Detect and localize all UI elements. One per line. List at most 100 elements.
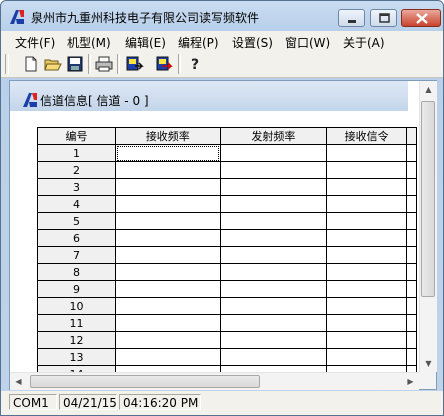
overflow-cell[interactable] bbox=[406, 263, 417, 281]
rx-signaling-cell[interactable] bbox=[326, 280, 408, 298]
tx-frequency-cell[interactable] bbox=[219, 212, 328, 230]
table-row[interactable]: 13 bbox=[37, 348, 417, 366]
menu-edit[interactable]: 编辑(E) bbox=[125, 34, 166, 51]
menu-window[interactable]: 窗口(W) bbox=[285, 34, 330, 51]
help-button[interactable]: ? bbox=[185, 54, 205, 74]
table-row[interactable]: 12 bbox=[37, 331, 417, 349]
rx-signaling-cell[interactable] bbox=[326, 144, 408, 162]
rx-frequency-cell[interactable] bbox=[115, 297, 221, 315]
row-number-cell[interactable]: 3 bbox=[37, 178, 117, 196]
rx-signaling-cell[interactable] bbox=[326, 195, 408, 213]
title-bar[interactable]: 泉州市九重州科技电子有限公司读写频软件 bbox=[1, 1, 443, 31]
rx-frequency-cell[interactable] bbox=[115, 178, 221, 196]
horizontal-scroll-thumb[interactable] bbox=[30, 375, 260, 388]
rx-signaling-cell[interactable] bbox=[326, 263, 408, 281]
horizontal-scrollbar[interactable]: ◀ ▶ bbox=[10, 372, 419, 390]
table-row[interactable]: 9 bbox=[37, 280, 417, 298]
overflow-cell[interactable] bbox=[406, 314, 417, 332]
table-row[interactable]: 1 bbox=[37, 144, 417, 162]
table-row[interactable]: 4 bbox=[37, 195, 417, 213]
tx-frequency-cell[interactable] bbox=[219, 348, 328, 366]
column-header-rx-frequency[interactable]: 接收频率 bbox=[115, 127, 221, 145]
column-header-number[interactable]: 编号 bbox=[37, 127, 117, 145]
table-row[interactable]: 8 bbox=[37, 263, 417, 281]
table-row[interactable]: 5 bbox=[37, 212, 417, 230]
vertical-scroll-thumb[interactable] bbox=[421, 101, 435, 297]
open-file-button[interactable] bbox=[43, 54, 63, 74]
table-row[interactable]: 6 bbox=[37, 229, 417, 247]
tx-frequency-cell[interactable] bbox=[219, 263, 328, 281]
minimize-button[interactable] bbox=[338, 9, 365, 27]
tx-frequency-cell[interactable] bbox=[219, 246, 328, 264]
tx-frequency-cell[interactable] bbox=[219, 161, 328, 179]
menu-model[interactable]: 机型(M) bbox=[67, 34, 111, 51]
write-radio-button[interactable] bbox=[154, 54, 174, 74]
table-row[interactable]: 3 bbox=[37, 178, 417, 196]
row-number-cell[interactable]: 10 bbox=[37, 297, 117, 315]
column-header-tx-frequency[interactable]: 发射频率 bbox=[219, 127, 328, 145]
menu-program[interactable]: 编程(P) bbox=[178, 34, 219, 51]
new-file-button[interactable] bbox=[21, 54, 41, 74]
row-number-cell[interactable]: 8 bbox=[37, 263, 117, 281]
rx-frequency-cell[interactable] bbox=[115, 331, 221, 349]
tx-frequency-cell[interactable] bbox=[219, 144, 328, 162]
rx-signaling-cell[interactable] bbox=[326, 161, 408, 179]
menu-about[interactable]: 关于(A) bbox=[343, 34, 385, 51]
table-row[interactable]: 2 bbox=[37, 161, 417, 179]
rx-signaling-cell[interactable] bbox=[326, 178, 408, 196]
tx-frequency-cell[interactable] bbox=[219, 178, 328, 196]
overflow-cell[interactable] bbox=[406, 161, 417, 179]
rx-signaling-cell[interactable] bbox=[326, 331, 408, 349]
tx-frequency-cell[interactable] bbox=[219, 331, 328, 349]
overflow-cell[interactable] bbox=[406, 297, 417, 315]
vertical-scrollbar[interactable]: ▲ ▼ bbox=[419, 81, 437, 372]
menu-settings[interactable]: 设置(S) bbox=[232, 34, 273, 51]
tx-frequency-cell[interactable] bbox=[219, 297, 328, 315]
tx-frequency-cell[interactable] bbox=[219, 229, 328, 247]
row-number-cell[interactable]: 9 bbox=[37, 280, 117, 298]
close-button[interactable] bbox=[401, 9, 441, 27]
print-button[interactable] bbox=[94, 54, 114, 74]
scroll-right-arrow-icon[interactable]: ▶ bbox=[402, 373, 419, 390]
scroll-up-arrow-icon[interactable]: ▲ bbox=[420, 81, 437, 98]
overflow-cell[interactable] bbox=[406, 229, 417, 247]
child-window-title-bar[interactable]: 信道信息[ 信道 - 0 ] bbox=[10, 81, 408, 111]
rx-frequency-cell[interactable] bbox=[115, 246, 221, 264]
overflow-cell[interactable] bbox=[406, 331, 417, 349]
maximize-button[interactable] bbox=[370, 9, 397, 27]
overflow-cell[interactable] bbox=[406, 280, 417, 298]
column-header-overflow[interactable] bbox=[406, 127, 417, 145]
row-number-cell[interactable]: 7 bbox=[37, 246, 117, 264]
rx-signaling-cell[interactable] bbox=[326, 246, 408, 264]
row-number-cell[interactable]: 2 bbox=[37, 161, 117, 179]
toolbar-grip[interactable] bbox=[5, 54, 9, 74]
rx-signaling-cell[interactable] bbox=[326, 297, 408, 315]
row-number-cell[interactable]: 6 bbox=[37, 229, 117, 247]
row-number-cell[interactable]: 1 bbox=[37, 144, 117, 162]
overflow-cell[interactable] bbox=[406, 348, 417, 366]
save-button[interactable] bbox=[65, 54, 85, 74]
rx-frequency-cell[interactable] bbox=[115, 229, 221, 247]
rx-signaling-cell[interactable] bbox=[326, 314, 408, 332]
rx-frequency-cell[interactable] bbox=[115, 348, 221, 366]
read-radio-button[interactable] bbox=[124, 54, 144, 74]
row-number-cell[interactable]: 11 bbox=[37, 314, 117, 332]
rx-frequency-cell[interactable] bbox=[115, 314, 221, 332]
row-number-cell[interactable]: 12 bbox=[37, 331, 117, 349]
table-row[interactable]: 7 bbox=[37, 246, 417, 264]
row-number-cell[interactable]: 13 bbox=[37, 348, 117, 366]
overflow-cell[interactable] bbox=[406, 246, 417, 264]
rx-frequency-cell[interactable] bbox=[115, 212, 221, 230]
rx-frequency-cell[interactable] bbox=[115, 144, 221, 162]
rx-signaling-cell[interactable] bbox=[326, 348, 408, 366]
table-row[interactable]: 11 bbox=[37, 314, 417, 332]
row-number-cell[interactable]: 5 bbox=[37, 212, 117, 230]
overflow-cell[interactable] bbox=[406, 178, 417, 196]
tx-frequency-cell[interactable] bbox=[219, 195, 328, 213]
column-header-rx-signaling[interactable]: 接收信令 bbox=[326, 127, 408, 145]
rx-signaling-cell[interactable] bbox=[326, 212, 408, 230]
rx-signaling-cell[interactable] bbox=[326, 229, 408, 247]
rx-frequency-cell[interactable] bbox=[115, 263, 221, 281]
rx-frequency-cell[interactable] bbox=[115, 161, 221, 179]
menu-file[interactable]: 文件(F) bbox=[15, 34, 55, 51]
